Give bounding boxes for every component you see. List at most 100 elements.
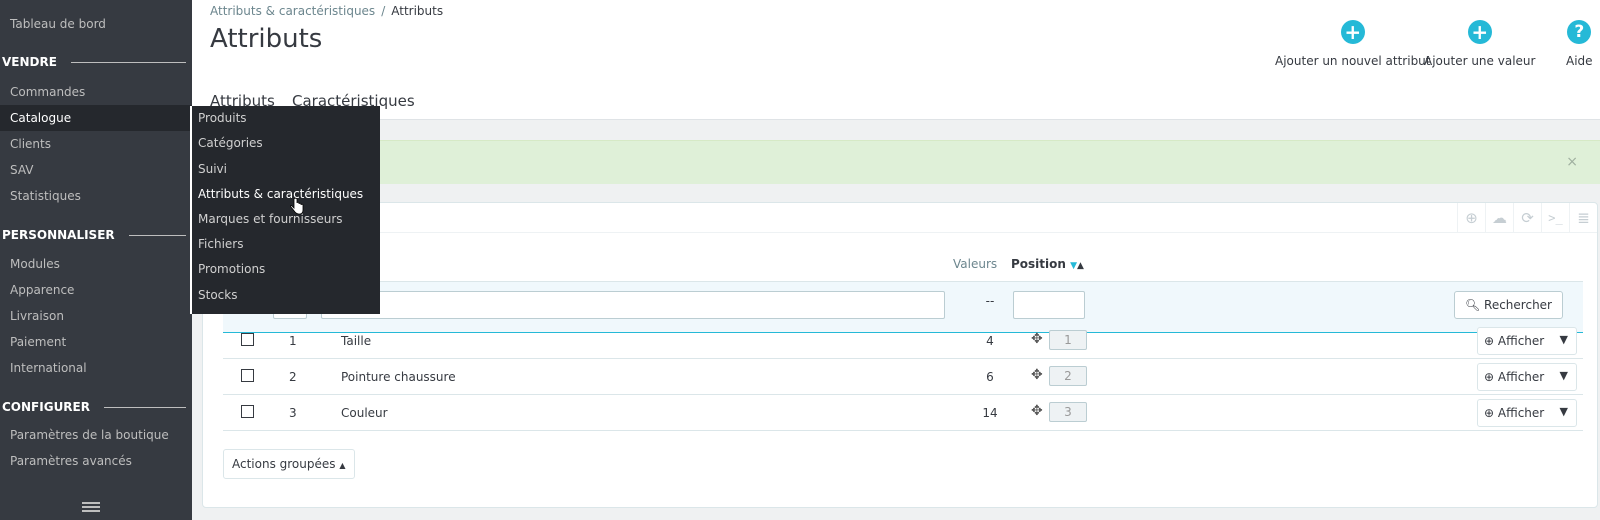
sort-asc-icon[interactable]: ▲ [1077,261,1084,271]
breadcrumb: Attributs & caractéristiques / Attributs [210,4,443,18]
section-label: PERSONNALISER [2,228,115,242]
column-header-position[interactable]: Position ▼▲ [1011,257,1084,271]
row-position: 3 [1049,402,1087,422]
row-name[interactable]: Pointure chaussure [341,370,456,384]
sidebar: Tableau de bord VENDRE Commandes Catalog… [0,0,192,520]
drag-move-icon[interactable]: ✥ [1031,403,1043,419]
caret-down-icon[interactable]: ▼ [1560,369,1568,382]
sidebar-item-appearance[interactable]: Apparence [0,277,192,303]
row-checkbox[interactable] [241,333,254,346]
sidebar-item-customers[interactable]: Clients [0,131,192,157]
submenu-item-promotions[interactable]: Promotions [198,257,265,281]
table-row[interactable]: 3 Couleur 14 ✥ 3 ⊕ Afficher ▼ [223,395,1583,431]
section-label: VENDRE [2,55,57,69]
database-icon[interactable]: ≣ [1569,203,1597,233]
submenu-item-files[interactable]: Fichiers [198,232,243,256]
submenu-item-tracking[interactable]: Suivi [198,157,227,181]
add-value-button[interactable]: + Ajouter une valeur [1424,20,1535,68]
search-button-label: Rechercher [1484,298,1552,312]
terminal-sql-icon[interactable]: >_ [1541,203,1569,233]
section-divider [128,234,186,236]
attributes-panel: ⊕ ☁ ⟳ >_ ≣ Valeurs Position ▼▲ -- 🔍︎ Rec… [202,202,1598,508]
cloud-export-icon[interactable]: ☁ [1485,203,1513,233]
zoom-in-icon: ⊕ [1484,370,1495,384]
sidebar-section-customize: PERSONNALISER [2,227,190,243]
help-circle-icon: ? [1567,20,1592,44]
caret-up-icon: ▲ [339,461,346,470]
caret-down-icon[interactable]: ▼ [1560,405,1568,418]
sidebar-section-sell: VENDRE [2,54,190,70]
drag-move-icon[interactable]: ✥ [1031,367,1043,383]
filter-name-input[interactable] [321,291,945,319]
catalog-submenu: Produits Catégories Suivi Attributs & ca… [190,106,380,314]
row-checkbox[interactable] [241,405,254,418]
row-values-count: 4 [986,334,994,348]
caret-down-icon[interactable]: ▼ [1560,333,1568,346]
row-id: 3 [289,406,297,420]
submenu-item-categories[interactable]: Catégories [198,131,263,155]
search-button[interactable]: 🔍︎ Rechercher [1453,291,1563,319]
add-new-icon[interactable]: ⊕ [1457,203,1485,233]
position-header-label: Position [1011,257,1066,271]
view-button[interactable]: ⊕ Afficher ▼ [1477,363,1577,391]
row-values-count: 6 [986,370,994,384]
help-label: Aide [1566,54,1593,68]
panel-heading: ⊕ ☁ ⟳ >_ ≣ [203,203,1597,233]
bulk-actions-button[interactable]: Actions groupées ▲ [223,449,355,479]
column-header-values[interactable]: Valeurs [953,257,997,271]
add-attribute-label: Ajouter un nouvel attribut [1275,54,1431,68]
bulk-actions-label: Actions groupées [232,457,336,471]
sidebar-item-modules[interactable]: Modules [0,251,192,277]
hand-cursor-icon [290,198,304,215]
sidebar-item-stats[interactable]: Statistiques [0,183,192,209]
row-position: 2 [1049,366,1087,386]
zoom-in-icon: ⊕ [1484,406,1495,420]
sidebar-item-shipping[interactable]: Livraison [0,303,192,329]
submenu-item-attributes[interactable]: Attributs & caractéristiques [198,182,363,206]
row-checkbox[interactable] [241,369,254,382]
add-attribute-button[interactable]: + Ajouter un nouvel attribut [1275,20,1431,68]
row-id: 2 [289,370,297,384]
view-button-label: Afficher [1497,334,1545,348]
row-values-count: 14 [982,406,998,420]
view-button[interactable]: ⊕ Afficher ▼ [1477,327,1577,355]
plus-circle-icon: + [1467,20,1492,44]
sidebar-item-international[interactable]: International [0,355,192,381]
view-button-label: Afficher [1497,370,1545,384]
hamburger-menu-icon[interactable] [82,502,100,514]
table-row[interactable]: 1 Taille 4 ✥ 1 ⊕ Afficher ▼ [223,323,1583,359]
table-row[interactable]: 2 Pointure chaussure 6 ✥ 2 ⊕ Afficher ▼ [223,359,1583,395]
submenu-item-brands[interactable]: Marques et fournisseurs [198,207,343,231]
sidebar-item-support[interactable]: SAV [0,157,192,183]
sidebar-item-catalog[interactable]: Catalogue [0,105,192,131]
view-button-label: Afficher [1497,406,1545,420]
page-header: Attributs & caractéristiques / Attributs A… [192,0,1600,120]
sidebar-item-orders[interactable]: Commandes [0,79,192,105]
row-name[interactable]: Taille [341,334,371,348]
sort-desc-icon[interactable]: ▼ [1070,261,1077,271]
row-id: 1 [289,334,297,348]
refresh-icon[interactable]: ⟳ [1513,203,1541,233]
breadcrumb-parent[interactable]: Attributs & caractéristiques [210,4,375,18]
row-name[interactable]: Couleur [341,406,388,420]
submenu-item-stocks[interactable]: Stocks [198,283,237,307]
breadcrumb-current: Attributs [391,4,444,18]
section-label: CONFIGURER [2,400,90,414]
zoom-in-icon: ⊕ [1484,334,1495,348]
sidebar-item-shop-params[interactable]: Paramètres de la boutique [0,422,192,448]
sidebar-item-payment[interactable]: Paiement [0,329,192,355]
help-button[interactable]: ? Aide [1566,20,1593,68]
close-icon[interactable]: × [1566,154,1578,170]
view-button[interactable]: ⊕ Afficher ▼ [1477,399,1577,427]
search-icon: 🔍︎ [1464,298,1481,312]
add-value-label: Ajouter une valeur [1424,54,1536,68]
panel-toolbar: ⊕ ☁ ⟳ >_ ≣ [1457,203,1597,233]
sidebar-item-advanced-params[interactable]: Paramètres avancés [0,448,192,474]
sidebar-section-configure: CONFIGURER [2,399,190,415]
filter-position-input[interactable] [1013,291,1085,319]
sidebar-item-dashboard[interactable]: Tableau de bord [0,11,192,37]
section-divider [70,61,186,63]
filter-values-placeholder: -- [985,294,995,308]
submenu-item-products[interactable]: Produits [198,106,247,130]
drag-move-icon[interactable]: ✥ [1031,331,1043,347]
